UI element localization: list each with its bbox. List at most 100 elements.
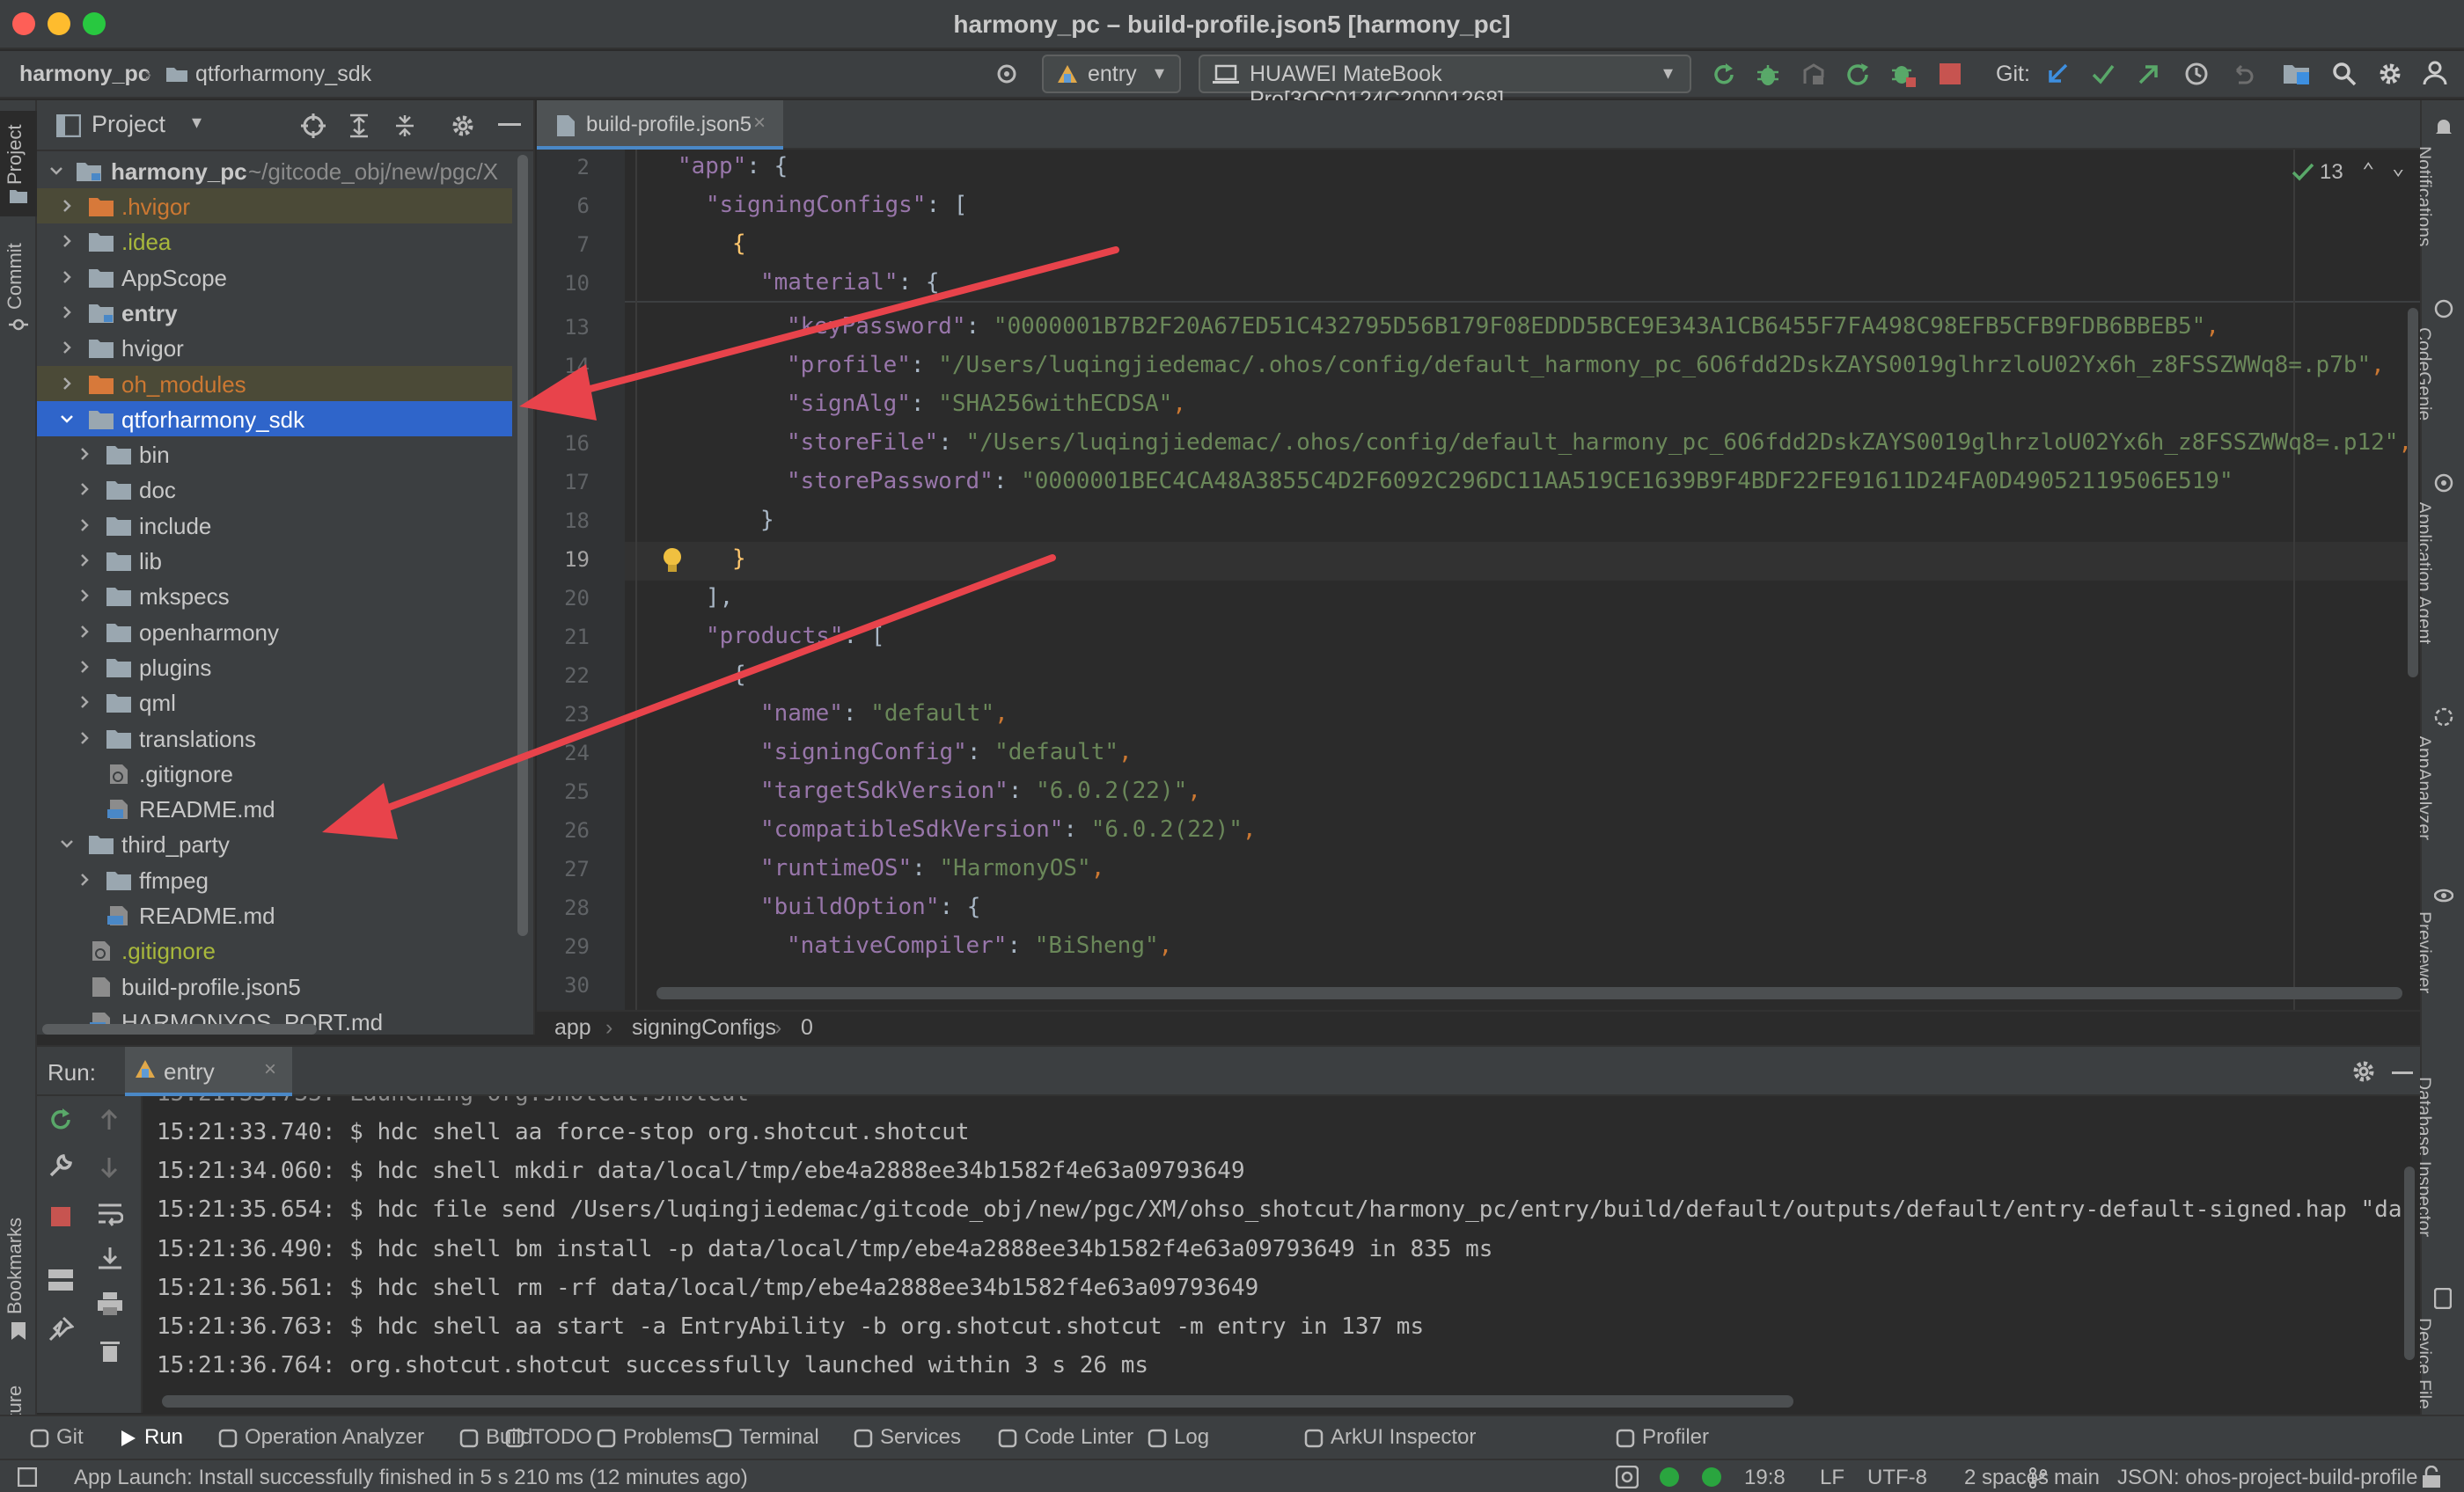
device-selector[interactable]: HUAWEI MateBook Pro[3QC0124C20001268] ▾ (1199, 55, 1691, 112)
file-encoding[interactable]: UTF-8 (1867, 1466, 1927, 1490)
tree-item-translations[interactable]: translations (37, 720, 512, 756)
code-editor[interactable]: 2 6 7 10 13 14 15 16 17 18 19 20 21 22 23 24 25 26 27 28 29 3… (537, 150, 2420, 1010)
tree-item-plugins[interactable]: plugins (37, 649, 512, 684)
inspection-ok-icon[interactable] (2292, 162, 2314, 181)
tree-item-bin[interactable]: bin (37, 436, 512, 472)
power-save-icon[interactable] (1616, 1466, 1639, 1488)
status-indicator-dot[interactable] (1702, 1467, 1721, 1487)
tool-button-services[interactable]: Services (880, 1425, 961, 1450)
tool-button-run[interactable]: Run (144, 1425, 183, 1450)
breadcrumb-project[interactable]: harmony_pc (19, 62, 150, 87)
tree-item-readme-tp[interactable]: README.md (37, 897, 512, 933)
git-branch[interactable]: main (2054, 1466, 2100, 1490)
tree-item-oh-modules[interactable]: oh_modules (37, 365, 512, 401)
tree-item-lib[interactable]: lib (37, 543, 512, 578)
git-commit-icon[interactable] (2091, 62, 2116, 86)
gear-icon[interactable] (2351, 1059, 2376, 1084)
console-horizontal-scrollbar[interactable] (162, 1395, 1793, 1408)
layout-icon[interactable] (48, 1269, 74, 1291)
json-schema[interactable]: JSON: ohos-project-build-profile (2117, 1466, 2417, 1490)
account-icon[interactable] (2422, 60, 2448, 86)
bookmarks-tab-label[interactable]: Bookmarks (4, 1218, 26, 1314)
rerun-icon[interactable] (1711, 62, 1737, 88)
attach-debugger-icon[interactable] (1800, 62, 1827, 88)
chevron-down-icon[interactable]: ▾ (192, 111, 202, 134)
chevron-up-icon[interactable]: ⌃ (2362, 158, 2374, 183)
project-structure-icon[interactable] (2283, 62, 2311, 86)
tree-item-openharmony[interactable]: openharmony (37, 614, 512, 649)
tree-item-hvigor[interactable]: hvigor (37, 330, 512, 365)
breadcrumb-module[interactable]: qtforharmony_sdk (195, 62, 371, 87)
git-history-icon[interactable] (2184, 62, 2209, 86)
gear-icon[interactable] (2378, 62, 2402, 86)
toggle-tool-windows-icon[interactable] (18, 1467, 37, 1487)
tree-root-harmony-pc[interactable]: harmony_pc ~/gitcode_obj/new/pgc/X (37, 153, 512, 188)
tree-vertical-scrollbar[interactable] (517, 155, 528, 936)
tool-button-terminal[interactable]: Terminal (739, 1425, 819, 1450)
status-indicator-dot[interactable] (1660, 1467, 1679, 1487)
commit-tab-label[interactable]: Commit (4, 243, 26, 310)
pin-icon[interactable] (48, 1316, 74, 1342)
tree-item-qtsdk[interactable]: qtforharmony_sdk (37, 400, 512, 436)
tool-button-todo[interactable]: TODO (532, 1425, 592, 1450)
crumb-index[interactable]: 0 (801, 1015, 813, 1041)
trash-icon[interactable] (100, 1339, 120, 1362)
tree-item-build-profile[interactable]: build-profile.json5 (37, 969, 512, 1004)
arrow-down-icon[interactable] (99, 1156, 120, 1179)
tree-item-ffmpeg[interactable]: ffmpeg (37, 862, 512, 897)
tree-item-hvigor-dot[interactable]: .hvigor (37, 188, 512, 223)
search-icon[interactable] (2332, 62, 2357, 86)
locate-icon[interactable] (301, 113, 326, 138)
target-icon[interactable] (994, 62, 1019, 86)
soft-wrap-icon[interactable] (97, 1202, 123, 1226)
hide-panel-icon[interactable] (498, 123, 521, 126)
lock-icon[interactable] (2422, 1466, 2441, 1488)
tree-item-readme-sdk[interactable]: README.md (37, 791, 512, 826)
tool-button-log[interactable]: Log (1174, 1425, 1209, 1450)
tool-button-problems[interactable]: Problems (623, 1425, 712, 1450)
caret-position[interactable]: 19:8 (1744, 1466, 1786, 1490)
tree-item-appscope[interactable]: AppScope (37, 260, 512, 295)
tree-horizontal-scrollbar[interactable] (42, 1024, 317, 1035)
run-console[interactable]: 15:21:33.733: Launching org.shotcut.shot… (143, 1096, 2420, 1415)
debug-icon[interactable] (1755, 62, 1781, 88)
tool-button-git[interactable]: Git (56, 1425, 84, 1450)
gear-icon[interactable] (451, 113, 475, 138)
hide-panel-icon[interactable] (2392, 1071, 2413, 1074)
collapse-all-icon[interactable] (392, 113, 417, 138)
crumb-signing-configs[interactable]: signingConfigs (632, 1015, 776, 1041)
tool-button-operation-analyzer[interactable]: Operation Analyzer (245, 1425, 424, 1450)
tree-item-qml[interactable]: qml (37, 684, 512, 720)
line-separator[interactable]: LF (1820, 1466, 1844, 1490)
tree-item-third-party[interactable]: third_party (37, 826, 512, 861)
run-tab-entry[interactable]: entry × (125, 1047, 292, 1096)
print-icon[interactable] (97, 1291, 123, 1316)
tree-item-gitignore-sdk[interactable]: .gitignore (37, 756, 512, 791)
close-tab-icon[interactable]: × (264, 1057, 276, 1082)
stop-icon[interactable] (51, 1207, 70, 1226)
git-push-icon[interactable] (2137, 62, 2161, 86)
editor-horizontal-scrollbar[interactable] (656, 987, 2402, 999)
git-rollback-icon[interactable] (2230, 62, 2255, 86)
close-tab-icon[interactable]: × (753, 111, 766, 135)
project-panel-title[interactable]: Project (92, 111, 165, 138)
tool-button-profiler[interactable]: Profiler (1642, 1425, 1709, 1450)
tree-item-idea[interactable]: .idea (37, 223, 512, 259)
run-config-selector[interactable]: entry ▾ (1042, 55, 1181, 93)
tree-item-include[interactable]: include (37, 508, 512, 543)
tool-button-arkui-inspector[interactable]: ArkUI Inspector (1331, 1425, 1476, 1450)
lightbulb-icon[interactable] (662, 547, 683, 574)
tree-item-doc[interactable]: doc (37, 472, 512, 507)
arrow-up-icon[interactable] (99, 1108, 120, 1131)
wrench-icon[interactable] (48, 1152, 74, 1179)
apply-changes-icon[interactable] (1844, 62, 1871, 88)
git-update-icon[interactable] (2045, 62, 2070, 86)
tree-item-entry[interactable]: entry (37, 295, 512, 330)
console-vertical-scrollbar[interactable] (2404, 1167, 2415, 1360)
expand-all-icon[interactable] (347, 113, 371, 138)
stop-icon[interactable] (1940, 63, 1961, 84)
tab-build-profile[interactable]: build-profile.json5 × (537, 100, 783, 150)
editor-vertical-scrollbar[interactable] (2408, 308, 2418, 677)
scroll-to-end-icon[interactable] (97, 1246, 123, 1270)
crumb-app[interactable]: app (554, 1015, 591, 1041)
